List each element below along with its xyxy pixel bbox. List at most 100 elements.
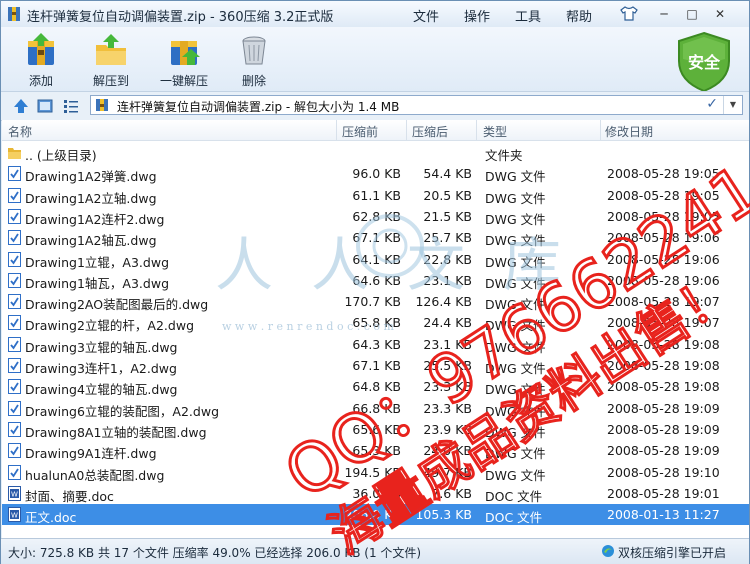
dwg-file-icon bbox=[8, 251, 21, 267]
file-packed-size: 49.7 KB bbox=[423, 464, 472, 480]
checkmark-icon[interactable]: ✓ bbox=[706, 96, 718, 112]
file-size: 64.6 KB bbox=[352, 272, 401, 288]
file-name: 封面、摘要.doc bbox=[25, 488, 114, 504]
file-type: DWG 文件 bbox=[485, 403, 546, 419]
doc-file-icon: W bbox=[8, 507, 21, 523]
file-type: DWG 文件 bbox=[485, 424, 546, 440]
engine-status: 双核压缩引擎已开启 bbox=[618, 546, 727, 560]
dual-core-engine-icon bbox=[602, 545, 614, 557]
file-size: 66.8 KB bbox=[352, 400, 401, 416]
file-name: Drawing2AO装配图最后的.dwg bbox=[25, 297, 209, 313]
file-name: Drawing3连杆1，A2.dwg bbox=[25, 361, 177, 376]
table-row[interactable]: Drawing1A2立轴.dwg 61.1 KB 20.5 KB DWG 文件 2008… bbox=[2, 185, 749, 206]
table-row[interactable]: Drawing8A1立轴的装配图.dwg 65.6 KB 23.9 KB DWG 文件… bbox=[2, 419, 749, 440]
dwg-file-icon bbox=[8, 208, 21, 224]
file-type: DWG 文件 bbox=[485, 446, 546, 462]
folder-icon bbox=[8, 148, 21, 159]
add-button-label: 添加 bbox=[28, 74, 53, 88]
dwg-file-icon bbox=[8, 358, 21, 373]
skin-shirt-icon[interactable] bbox=[620, 6, 638, 21]
table-row[interactable]: Drawing2立辊的杆，A2.dwg 65.8 KB 24.4 KB DWG 文件 2… bbox=[2, 312, 749, 333]
address-path: 连杆弹簧复位自动调偏装置.zip - 解包大小为 1.4 MB bbox=[117, 100, 400, 114]
file-date: 2008-05-28 19:06 bbox=[607, 272, 720, 288]
file-name: Drawing1轴瓦，A3.dwg bbox=[25, 275, 170, 291]
one-click-extract-label: 一键解压 bbox=[159, 74, 208, 88]
dwg-file-icon bbox=[8, 421, 21, 437]
address-bar: 连杆弹簧复位自动调偏装置.zip - 解包大小为 1.4 MB ✓ ▼ bbox=[1, 91, 749, 121]
toolbar: 添加 解压到 一键解压 删除 安全 bbox=[1, 27, 749, 93]
table-row[interactable]: .. (上级目录) 文件夹 bbox=[2, 142, 749, 163]
menu-help[interactable]: 帮助 bbox=[566, 6, 592, 25]
menu-tools[interactable]: 工具 bbox=[515, 6, 541, 25]
security-shield[interactable]: 安全 bbox=[675, 31, 733, 93]
table-row[interactable]: Drawing6立辊的装配图，A2.dwg 66.8 KB 23.3 KB DWG 文… bbox=[2, 398, 749, 419]
svg-text:W: W bbox=[11, 490, 18, 498]
table-row-selected[interactable]: W 正文.doc 206.0 KB 105.3 KB DOC 文件 2008-01-13 … bbox=[2, 504, 749, 526]
file-type: DWG 文件 bbox=[485, 275, 546, 291]
file-type: DOC 文件 bbox=[485, 488, 543, 504]
file-name: Drawing1A2连杆2.dwg bbox=[25, 211, 165, 227]
file-date: 2008-05-28 19:05 bbox=[607, 208, 720, 224]
table-row[interactable]: Drawing1A2轴瓦.dwg 67.1 KB 25.7 KB DWG 文件 2008… bbox=[2, 227, 749, 248]
table-row[interactable]: Drawing9A1连杆.dwg 65.3 KB 24.0 KB DWG 文件 2008… bbox=[2, 440, 749, 461]
file-packed-size: 25.7 KB bbox=[423, 230, 472, 246]
file-packed-size: 7.6 KB bbox=[431, 485, 472, 501]
file-packed-size: 23.3 KB bbox=[423, 400, 472, 416]
menu-file[interactable]: 文件 bbox=[413, 6, 439, 25]
file-name: Drawing1A2轴瓦.dwg bbox=[25, 233, 157, 249]
title-bar[interactable]: 连杆弹簧复位自动调偏装置.zip - 360压缩 3.2正式版 文件 操作 工具… bbox=[1, 1, 749, 27]
file-type: DWG 文件 bbox=[485, 382, 546, 398]
list-view-icon[interactable] bbox=[63, 98, 79, 114]
file-list[interactable]: 名称 压缩前 压缩后 类型 修改日期 .. (上级目录) 文件夹 Drawing1A… bbox=[2, 120, 749, 538]
file-name: Drawing9A1连杆.dwg bbox=[25, 446, 157, 462]
table-row[interactable]: Drawing1A2连杆2.dwg 62.8 KB 21.5 KB DWG 文件 200… bbox=[2, 206, 749, 227]
extract-to-button[interactable]: 解压到 bbox=[85, 31, 137, 89]
one-click-extract-button[interactable]: 一键解压 bbox=[155, 31, 213, 89]
file-date: 2008-05-28 19:07 bbox=[607, 315, 720, 331]
svg-text:W: W bbox=[11, 512, 18, 520]
col-name[interactable]: 名称 bbox=[8, 123, 32, 140]
file-size: 62.8 KB bbox=[352, 208, 401, 224]
col-packed[interactable]: 压缩后 bbox=[412, 123, 448, 140]
table-row[interactable]: Drawing2AO装配图最后的.dwg 170.7 KB 126.4 KB DWG … bbox=[2, 291, 749, 312]
delete-button[interactable]: 删除 bbox=[229, 31, 279, 89]
table-row[interactable]: hualunA0总装配图.dwg 194.5 KB 49.7 KB DWG 文件 200… bbox=[2, 462, 749, 483]
add-button[interactable]: 添加 bbox=[15, 31, 67, 89]
dwg-file-icon bbox=[8, 294, 21, 310]
table-row[interactable]: Drawing1A2弹簧.dwg 96.0 KB 54.4 KB DWG 文件 2008… bbox=[2, 163, 749, 184]
dwg-file-icon bbox=[8, 272, 21, 288]
maximize-button[interactable]: □ bbox=[683, 5, 701, 23]
menu-operate[interactable]: 操作 bbox=[464, 6, 490, 25]
address-dropdown-button[interactable]: ▼ bbox=[723, 96, 742, 114]
file-size: 67.1 KB bbox=[352, 230, 401, 246]
status-summary: 大小: 725.8 KB 共 17 个文件 压缩率 49.0% 已经选择 206… bbox=[8, 546, 422, 560]
col-date[interactable]: 修改日期 bbox=[605, 123, 653, 140]
table-row[interactable]: Drawing1轴瓦，A3.dwg 64.6 KB 23.1 KB DWG 文件 200… bbox=[2, 270, 749, 291]
col-size[interactable]: 压缩前 bbox=[342, 123, 378, 140]
address-field[interactable]: 连杆弹簧复位自动调偏装置.zip - 解包大小为 1.4 MB ✓ ▼ bbox=[90, 95, 743, 115]
file-packed-size: 54.4 KB bbox=[423, 166, 472, 182]
file-size: 64.8 KB bbox=[352, 379, 401, 395]
minimize-button[interactable]: ─ bbox=[655, 5, 673, 23]
file-name: .. (上级目录) bbox=[25, 148, 97, 163]
file-date: 2008-05-28 19:06 bbox=[607, 230, 720, 246]
col-type[interactable]: 类型 bbox=[483, 123, 507, 140]
app-window: 连杆弹簧复位自动调偏装置.zip - 360压缩 3.2正式版 文件 操作 工具… bbox=[0, 0, 750, 564]
status-bar: 大小: 725.8 KB 共 17 个文件 压缩率 49.0% 已经选择 206… bbox=[1, 538, 749, 564]
file-name: 正文.doc bbox=[25, 510, 77, 526]
file-size: 61.1 KB bbox=[352, 187, 401, 203]
file-name: Drawing1A2立轴.dwg bbox=[25, 190, 157, 206]
table-row[interactable]: Drawing3立辊的轴瓦.dwg 64.3 KB 23.1 KB DWG 文件 200… bbox=[2, 334, 749, 355]
table-row[interactable]: Drawing1立辊，A3.dwg 64.1 KB 22.8 KB DWG 文件 200… bbox=[2, 249, 749, 270]
file-type: DOC 文件 bbox=[485, 510, 543, 526]
table-row[interactable]: W 封面、摘要.doc 36.0 KB 7.6 KB DOC 文件 2008-05-28 … bbox=[2, 483, 749, 504]
file-name: Drawing3立辊的轴瓦.dwg bbox=[25, 339, 178, 355]
close-button[interactable]: ✕ bbox=[711, 5, 729, 23]
up-arrow-icon[interactable] bbox=[13, 98, 29, 114]
dwg-file-icon bbox=[8, 464, 21, 480]
column-header: 名称 压缩前 压缩后 类型 修改日期 bbox=[2, 120, 749, 141]
dwg-file-icon bbox=[8, 230, 21, 246]
table-row[interactable]: Drawing4立辊的轴瓦.dwg 64.8 KB 23.3 KB DWG 文件 200… bbox=[2, 376, 749, 397]
table-row[interactable]: Drawing3连杆1，A2.dwg 67.1 KB 25.5 KB DWG 文件 20… bbox=[2, 355, 749, 376]
large-icons-view-icon[interactable] bbox=[37, 98, 53, 114]
